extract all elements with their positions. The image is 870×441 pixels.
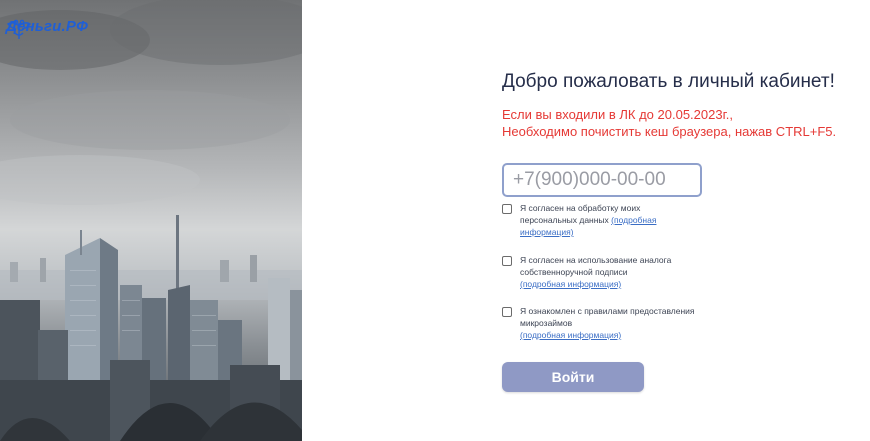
cache-warning-line-1: Если вы входили в ЛК до 20.05.2023г., [502,107,733,122]
consent-signature: Я согласен на использование аналога собс… [502,254,695,290]
logo[interactable]: Деньги.РФ [6,18,88,39]
consent-personal-data: Я согласен на обработку моих персональны… [502,202,695,238]
page-title: Добро пожаловать в личный кабинет! [502,71,835,92]
city-skyline-image: Деньги.РФ [0,0,302,441]
login-button[interactable]: Войти [502,362,644,392]
consent-personal-data-checkbox[interactable] [502,204,512,214]
consent-label: Я согласен на использование аналога собс… [520,255,672,277]
details-link[interactable]: (подробная информация) [520,279,621,289]
consent-text: Я ознакомлен с правилами предоставления … [520,305,695,341]
details-link[interactable]: (подробная информация) [520,330,621,340]
city-skyline-illustration [0,0,302,441]
consent-text: Я согласен на обработку моих персональны… [520,202,695,238]
phone-input[interactable] [502,163,702,197]
consent-loan-rules-checkbox[interactable] [502,307,512,317]
consent-text: Я согласен на использование аналога собс… [520,254,695,290]
eagle-emblem-icon [6,19,32,39]
cache-warning-line-2: Необходимо почистить кеш браузера, нажав… [502,124,837,139]
consent-loan-rules: Я ознакомлен с правилами предоставления … [502,305,695,341]
consent-label: Я ознакомлен с правилами предоставления … [520,306,695,328]
consent-signature-checkbox[interactable] [502,256,512,266]
